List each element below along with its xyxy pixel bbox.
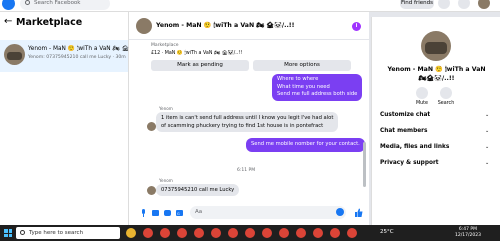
facebook-search-input[interactable]: Search Facebook xyxy=(20,0,110,10)
chevron-down-icon[interactable]: ⌄ xyxy=(485,112,489,118)
message-line: What time you need xyxy=(277,83,330,90)
incoming-message[interactable]: 1 item is can't send full address until … xyxy=(156,112,339,132)
conversation-name: Yenom - MaN 🤨 🕯wiTh a VaN 🏍 🏚🐼/.. xyxy=(28,46,142,52)
arrow-left-icon[interactable]: ← xyxy=(4,16,12,27)
windows-start-icon[interactable] xyxy=(4,229,12,237)
scrollbar[interactable] xyxy=(363,142,366,187)
info-icon[interactable]: i xyxy=(352,22,361,31)
conversation-preview: Yenom: 07375945210 call me Lucky · 30m xyxy=(28,55,126,60)
chevron-down-icon[interactable]: ⌄ xyxy=(485,144,489,150)
message-timestamp: 6:11 PM xyxy=(237,168,256,173)
sticker-icon[interactable] xyxy=(164,209,171,217)
message-line: Where to where xyxy=(277,76,319,82)
profile-avatar[interactable] xyxy=(478,0,490,9)
chrome-icon[interactable] xyxy=(347,228,357,238)
avatar[interactable] xyxy=(421,31,451,61)
emoji-icon[interactable] xyxy=(336,208,344,216)
message-line: of scamming phuckery trying to find 1st … xyxy=(161,123,324,129)
outgoing-message[interactable]: Send me mobile nomber for your contact. xyxy=(246,138,365,152)
search-icon[interactable] xyxy=(440,87,452,99)
chrome-icon[interactable] xyxy=(262,228,272,238)
taskbar-search-placeholder: Type here to search xyxy=(29,230,84,236)
chrome-icon[interactable] xyxy=(279,228,289,238)
more-options-button[interactable]: More options xyxy=(253,60,351,71)
chat-header: Yenom - MaN 🤨 🕯wiTh a VaN 🏍 🏚🐼/..!! i xyxy=(129,12,369,40)
privacy-support-section[interactable]: Privacy & support xyxy=(380,160,439,166)
facebook-logo-icon[interactable] xyxy=(2,0,15,10)
taskbar-search-input[interactable]: Type here to search xyxy=(16,227,120,239)
conversation-list-panel: ← Marketplace Yenom - MaN 🤨 🕯wiTh a VaN … xyxy=(0,12,142,225)
message-input[interactable]: Aa xyxy=(190,206,346,219)
search-icon xyxy=(25,0,30,5)
clock-date: 12/17/2023 xyxy=(455,233,481,238)
find-friends-button[interactable]: Find friends xyxy=(400,0,434,9)
chevron-down-icon[interactable]: ⌄ xyxy=(485,160,489,166)
chrome-icon[interactable] xyxy=(330,228,340,238)
profile-name: Yenom - MaN 🤨 🕯wiTh a VaN xyxy=(387,66,486,73)
media-files-links-section[interactable]: Media, files and links xyxy=(380,144,449,150)
avatar xyxy=(4,44,25,65)
chrome-icon[interactable] xyxy=(296,228,306,238)
conversation-item[interactable]: Yenom - MaN 🤨 🕯wiTh a VaN 🏍 🏚🐼/.. Yenom:… xyxy=(0,40,142,72)
windows-taskbar: Type here to search 25°C 6:47 PM 12/17/2… xyxy=(0,225,500,241)
microphone-icon[interactable] xyxy=(140,209,147,217)
chrome-icon[interactable] xyxy=(245,228,255,238)
avatar xyxy=(147,122,156,131)
messenger-icon[interactable] xyxy=(458,0,470,9)
chrome-icon[interactable] xyxy=(228,228,238,238)
panel-title: Marketplace xyxy=(16,17,83,28)
chat-title[interactable]: Yenom - MaN 🤨 🕯wiTh a VaN 🏍 🏚🐼/..!! xyxy=(156,21,294,30)
marketplace-label: Marketplace xyxy=(151,43,179,48)
image-icon[interactable] xyxy=(152,209,159,217)
menu-grid-icon[interactable] xyxy=(438,0,450,9)
avatar[interactable] xyxy=(136,18,152,34)
mark-pending-button[interactable]: Mark as pending xyxy=(151,60,249,71)
incoming-message[interactable]: 07375945210 call me Lucky xyxy=(156,184,240,196)
search-icon xyxy=(20,230,25,235)
sender-name: Yenom xyxy=(159,178,173,183)
file-explorer-icon[interactable] xyxy=(126,228,136,238)
sender-name: Yenom xyxy=(159,106,173,111)
svg-text:G: G xyxy=(177,212,180,216)
chat-panel: Yenom - MaN 🤨 🕯wiTh a VaN 🏍 🏚🐼/..!! i Ma… xyxy=(129,12,369,225)
bell-icon[interactable] xyxy=(416,87,428,99)
conversation-details-panel: Yenom - MaN 🤨 🕯wiTh a VaN 🏍🏚🐼/..!! Mute … xyxy=(371,17,500,225)
chrome-icon[interactable] xyxy=(143,228,153,238)
marketplace-item[interactable]: £12 · MaN 🤨 🕯wiTh a VaN 🏍 🏚🐼/..!! xyxy=(151,50,242,56)
customize-chat-section[interactable]: Customize chat xyxy=(380,112,430,118)
search-label[interactable]: Search xyxy=(431,101,461,106)
message-line: Send me mobile nomber for your contact. xyxy=(251,141,360,147)
message-composer: G Aa xyxy=(129,202,369,225)
message-line: 07375945210 call me Lucky xyxy=(161,187,235,193)
chrome-icon[interactable] xyxy=(177,228,187,238)
gif-icon[interactable]: G xyxy=(176,209,183,217)
message-line: Send me full address both side xyxy=(277,91,358,98)
chrome-icon[interactable] xyxy=(211,228,221,238)
chrome-icon[interactable] xyxy=(194,228,204,238)
avatar xyxy=(147,186,156,195)
chrome-icon[interactable] xyxy=(313,228,323,238)
outgoing-message[interactable]: Where to where What time you need Send m… xyxy=(272,74,363,101)
chat-members-section[interactable]: Chat members xyxy=(380,128,428,134)
chrome-icon[interactable] xyxy=(160,228,170,238)
clock[interactable]: 6:47 PM 12/17/2023 xyxy=(455,227,481,239)
message-line: 1 item is can't send full address until … xyxy=(161,115,334,121)
profile-name-continued: 🏍🏚🐼/..!! xyxy=(418,75,455,82)
message-input-placeholder: Aa xyxy=(195,209,203,215)
like-icon[interactable] xyxy=(354,208,363,217)
weather-widget[interactable]: 25°C xyxy=(380,229,394,235)
top-bar: Search Facebook Find friends xyxy=(0,0,500,12)
chevron-down-icon[interactable]: ⌄ xyxy=(485,128,489,134)
search-placeholder: Search Facebook xyxy=(34,0,81,6)
